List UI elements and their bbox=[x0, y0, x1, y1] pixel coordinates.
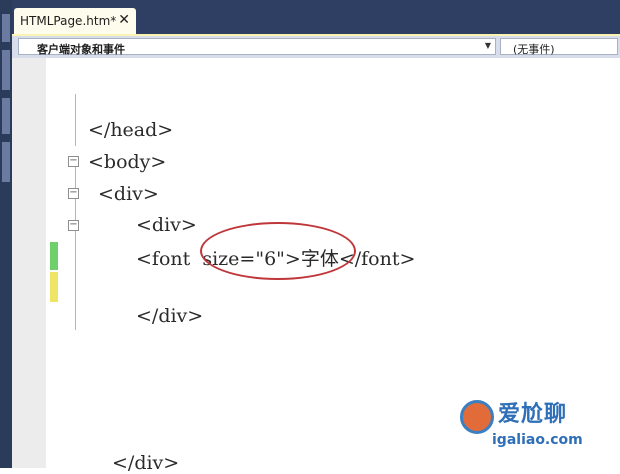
outline-guide-body bbox=[75, 166, 76, 188]
ide-side-toolbar bbox=[0, 0, 12, 468]
watermark-logo: 爱尬聊 igaliao.com bbox=[458, 392, 618, 466]
fold-toggle-body[interactable]: − bbox=[68, 156, 79, 167]
code-line: </div> bbox=[136, 305, 204, 327]
solution-tab[interactable] bbox=[2, 142, 10, 182]
watermark-url: igaliao.com bbox=[492, 432, 583, 448]
tab-title: HTMLPage.htm* bbox=[20, 14, 117, 28]
server-explorer-tab[interactable] bbox=[2, 50, 10, 90]
client-objects-value: 客户端对象和事件 bbox=[37, 43, 125, 56]
chevron-down-icon: ▼ bbox=[484, 41, 491, 50]
toolbox-tab[interactable] bbox=[2, 14, 10, 42]
document-tab-bar: HTMLPage.htm* ✕ bbox=[12, 0, 620, 34]
change-mark-unsaved bbox=[50, 272, 58, 302]
code-line: <body> bbox=[88, 151, 167, 173]
change-mark-saved bbox=[50, 242, 58, 270]
code-line: <div> bbox=[98, 183, 159, 205]
code-line: </div> bbox=[112, 452, 180, 474]
fold-toggle-div[interactable]: − bbox=[68, 188, 79, 199]
outline-guide-inner-div bbox=[75, 230, 76, 330]
outline-guide-div bbox=[75, 198, 76, 220]
document-tab-htmlpage[interactable]: HTMLPage.htm* ✕ bbox=[14, 8, 136, 34]
properties-tab[interactable] bbox=[2, 98, 10, 134]
navigation-bar: 客户端对象和事件 ▼ (无事件) bbox=[12, 36, 620, 58]
close-icon[interactable]: ✕ bbox=[118, 12, 130, 28]
watermark-site: 爱尬聊 bbox=[498, 402, 568, 427]
code-line: <div> bbox=[136, 214, 197, 236]
watermark-badge-icon bbox=[460, 400, 494, 434]
events-value: (无事件) bbox=[513, 43, 555, 56]
outline-guide-head bbox=[75, 94, 76, 146]
code-line-font-tag: <font size="6">字体</font> bbox=[136, 248, 416, 270]
fold-toggle-inner-div[interactable]: − bbox=[68, 220, 79, 231]
indicator-margin bbox=[12, 58, 46, 468]
client-objects-dropdown[interactable]: 客户端对象和事件 ▼ bbox=[18, 38, 496, 56]
events-dropdown[interactable]: (无事件) bbox=[500, 38, 618, 56]
code-line: </head> bbox=[88, 119, 174, 141]
